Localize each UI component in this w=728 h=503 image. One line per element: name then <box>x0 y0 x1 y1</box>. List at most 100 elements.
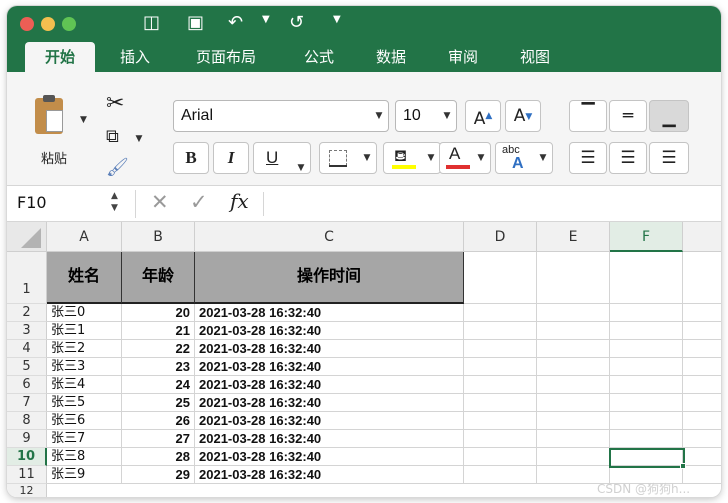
cell-c5[interactable]: 2021-03-28 16:32:40 <box>195 358 464 376</box>
cell-e5[interactable] <box>537 358 610 376</box>
cell-c7[interactable]: 2021-03-28 16:32:40 <box>195 394 464 412</box>
font-size-select[interactable]: 10 ▼ <box>395 100 457 132</box>
cell-c11[interactable]: 2021-03-28 16:32:40 <box>195 466 464 484</box>
name-box-stepper-icon[interactable]: ▲ ▼ <box>111 190 118 214</box>
zoom-window-button[interactable] <box>62 17 76 31</box>
cell-c3[interactable]: 2021-03-28 16:32:40 <box>195 322 464 340</box>
cell-a6[interactable]: 张三4 <box>47 376 122 394</box>
customize-toolbar-icon[interactable]: ▼ <box>333 14 341 25</box>
cell-d7[interactable] <box>464 394 537 412</box>
redo-icon[interactable]: ↺ <box>289 12 304 34</box>
name-box[interactable]: F10 <box>17 193 47 212</box>
undo-dropdown-icon[interactable]: ▼ <box>262 14 270 25</box>
cell-d8[interactable] <box>464 412 537 430</box>
cell-a7[interactable]: 张三5 <box>47 394 122 412</box>
column-header-c[interactable]: C <box>195 222 464 252</box>
text-wrap-dropdown-icon[interactable]: ▼ <box>536 153 550 163</box>
cell-e6[interactable] <box>537 376 610 394</box>
cell-b6[interactable]: 24 <box>122 376 195 394</box>
cell-d5[interactable] <box>464 358 537 376</box>
grow-font-button[interactable]: A▲ <box>465 100 501 132</box>
cell-d9[interactable] <box>464 430 537 448</box>
cancel-icon[interactable]: ✕ <box>151 190 169 214</box>
font-color-button[interactable]: A ▼ <box>439 142 491 174</box>
borders-dropdown-icon[interactable]: ▼ <box>360 153 374 163</box>
tab-review[interactable]: 审阅 <box>433 42 493 72</box>
cell-g5[interactable] <box>683 358 721 376</box>
cell-b8[interactable]: 26 <box>122 412 195 430</box>
cell-e4[interactable] <box>537 340 610 358</box>
cell-a3[interactable]: 张三1 <box>47 322 122 340</box>
fill-color-dropdown-icon[interactable]: ▼ <box>424 153 438 163</box>
copy-dropdown-icon[interactable]: ▼ <box>132 134 146 144</box>
column-header-d[interactable]: D <box>464 222 537 252</box>
row-header-11[interactable]: 11 <box>7 466 47 484</box>
row-header-2[interactable]: 2 <box>7 304 47 322</box>
cell-b7[interactable]: 25 <box>122 394 195 412</box>
cell-c10[interactable]: 2021-03-28 16:32:40 <box>195 448 464 466</box>
tab-formulas[interactable]: 公式 <box>289 42 349 72</box>
cell-e3[interactable] <box>537 322 610 340</box>
close-window-button[interactable] <box>20 17 34 31</box>
cell-d4[interactable] <box>464 340 537 358</box>
cell-g8[interactable] <box>683 412 721 430</box>
format-painter-icon[interactable]: 🖌 <box>106 158 129 178</box>
row-header-8[interactable]: 8 <box>7 412 47 430</box>
copy-icon[interactable]: ⧉ <box>106 127 119 147</box>
cell-a9[interactable]: 张三7 <box>47 430 122 448</box>
text-wrap-button[interactable]: abc A ▼ <box>495 142 553 174</box>
paste-label[interactable]: 粘贴 <box>41 148 67 167</box>
cell-d10[interactable] <box>464 448 537 466</box>
cell-e8[interactable] <box>537 412 610 430</box>
font-name-dropdown-icon[interactable]: ▼ <box>372 111 386 121</box>
cell-b4[interactable]: 22 <box>122 340 195 358</box>
underline-dropdown-icon[interactable]: ▼ <box>294 153 308 183</box>
cell-g7[interactable] <box>683 394 721 412</box>
row-header-3[interactable]: 3 <box>7 322 47 340</box>
cell-c6[interactable]: 2021-03-28 16:32:40 <box>195 376 464 394</box>
cell-e10[interactable] <box>537 448 610 466</box>
cell-d2[interactable] <box>464 304 537 322</box>
cell-e1[interactable] <box>537 252 610 304</box>
row-header-7[interactable]: 7 <box>7 394 47 412</box>
cell-a5[interactable]: 张三3 <box>47 358 122 376</box>
row-header-1[interactable]: 1 <box>7 252 47 304</box>
cell-f7[interactable] <box>610 394 683 412</box>
cell-a1[interactable]: 姓名 <box>47 252 122 304</box>
tab-data[interactable]: 数据 <box>361 42 421 72</box>
cell-g6[interactable] <box>683 376 721 394</box>
cell-b10[interactable]: 28 <box>122 448 195 466</box>
cell-d3[interactable] <box>464 322 537 340</box>
cell-f2[interactable] <box>610 304 683 322</box>
align-right-button[interactable]: ☰ <box>649 142 689 174</box>
tab-page-layout[interactable]: 页面布局 <box>181 42 271 72</box>
borders-button[interactable]: ▼ <box>319 142 377 174</box>
align-middle-button[interactable]: ═ <box>609 100 647 132</box>
cell-f3[interactable] <box>610 322 683 340</box>
cell-d6[interactable] <box>464 376 537 394</box>
cell-b2[interactable]: 20 <box>122 304 195 322</box>
align-center-button[interactable]: ☰ <box>609 142 647 174</box>
row-header-10[interactable]: 10 <box>7 448 47 466</box>
cell-a4[interactable]: 张三2 <box>47 340 122 358</box>
cell-c2[interactable]: 2021-03-28 16:32:40 <box>195 304 464 322</box>
row-header-9[interactable]: 9 <box>7 430 47 448</box>
cell-c8[interactable]: 2021-03-28 16:32:40 <box>195 412 464 430</box>
bold-button[interactable]: B <box>173 142 209 174</box>
cell-c4[interactable]: 2021-03-28 16:32:40 <box>195 340 464 358</box>
cell-c1[interactable]: 操作时间 <box>195 252 464 304</box>
cell-e9[interactable] <box>537 430 610 448</box>
fill-handle[interactable] <box>680 463 686 469</box>
align-bottom-button[interactable]: ▁ <box>649 100 689 132</box>
insert-function-icon[interactable]: fx <box>230 189 249 213</box>
cell-g10[interactable] <box>683 448 721 466</box>
cell-d11[interactable] <box>464 466 537 484</box>
cell-f8[interactable] <box>610 412 683 430</box>
italic-button[interactable]: I <box>213 142 249 174</box>
select-all-button[interactable] <box>7 222 47 252</box>
underline-button[interactable]: U ▼ <box>253 142 311 174</box>
cell-f5[interactable] <box>610 358 683 376</box>
row-header-6[interactable]: 6 <box>7 376 47 394</box>
cell-g9[interactable] <box>683 430 721 448</box>
cell-g1[interactable] <box>683 252 721 304</box>
